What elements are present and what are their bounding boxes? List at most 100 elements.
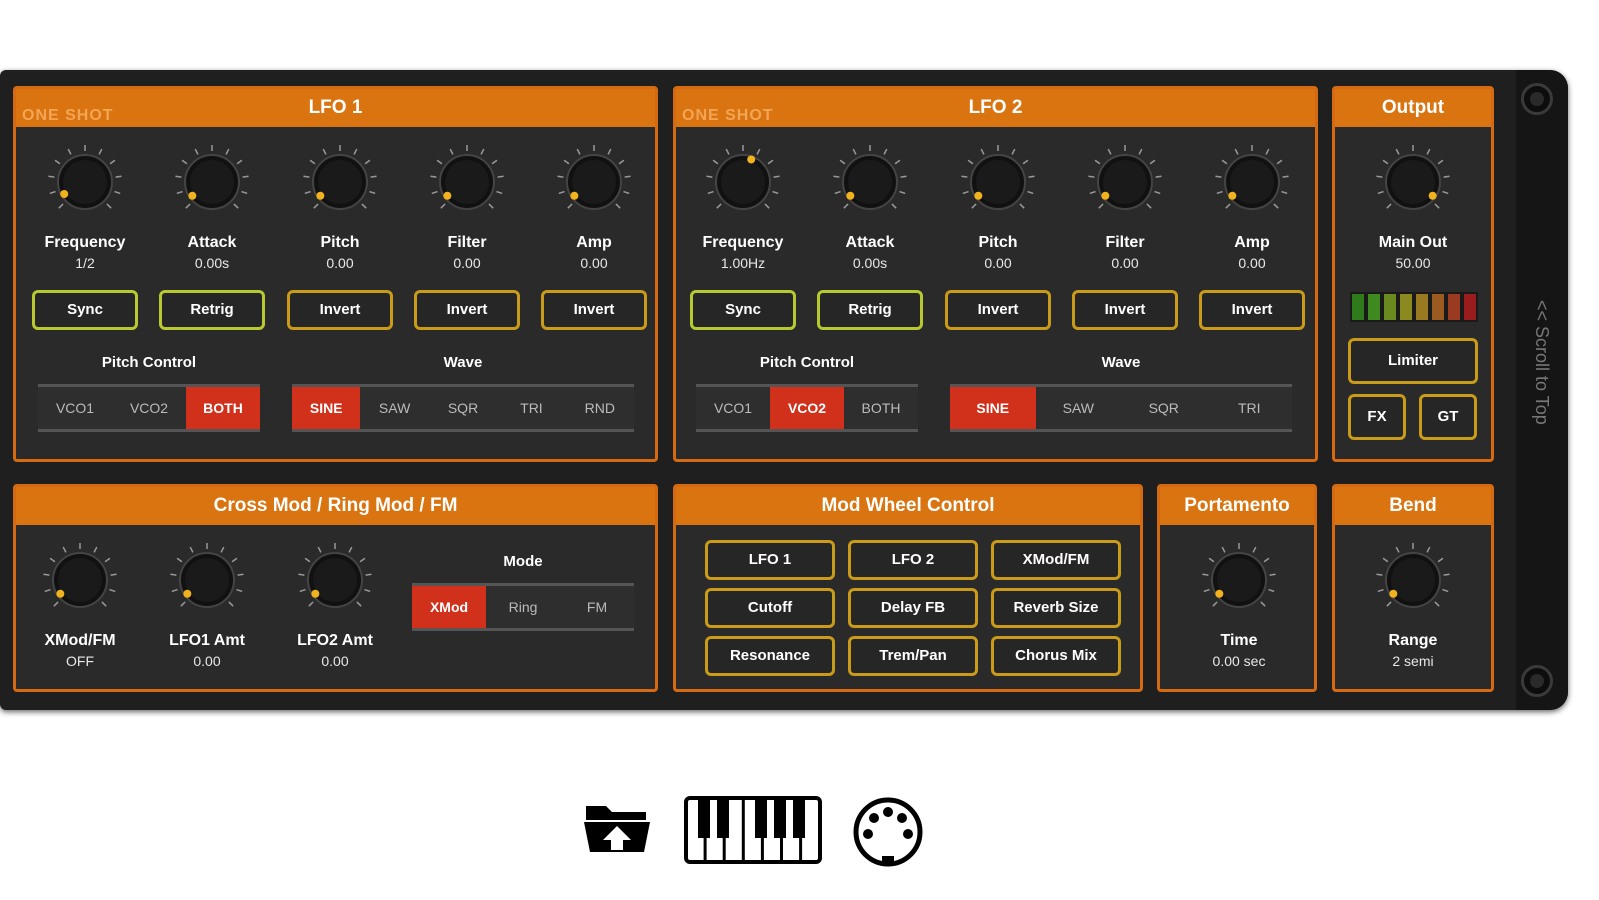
- modwheel-xmod-fm-button[interactable]: XMod/FM: [991, 540, 1121, 580]
- lfo2-frequency-knob[interactable]: [703, 142, 783, 222]
- crossmod-mode-title: Mode: [503, 553, 543, 570]
- lfo2-wave-title: Wave: [1101, 354, 1141, 371]
- lfo2-logo: ONE SHOT: [682, 107, 774, 124]
- modwheel-chorus-mix-button[interactable]: Chorus Mix: [991, 636, 1121, 676]
- lfo1-pitch-value: 0.00: [326, 255, 354, 271]
- modwheel-title: Mod Wheel Control: [821, 495, 995, 516]
- lfo2-retrig-button-2[interactable]: Retrig: [817, 290, 923, 330]
- portamento-header: Portamento: [1160, 487, 1314, 525]
- lfo2-amp-knob[interactable]: [1212, 142, 1292, 222]
- bend-title: Bend: [1389, 495, 1437, 516]
- fx-button[interactable]: FX: [1348, 394, 1406, 440]
- lfo1-sync-button-1[interactable]: Sync: [32, 290, 138, 330]
- lfo2-attack-knob[interactable]: [830, 142, 910, 222]
- bend-range-knob[interactable]: [1373, 540, 1453, 620]
- lfo2-pitch-control-option-both[interactable]: BOTH: [844, 387, 918, 429]
- main-out-label: Main Out: [1378, 234, 1448, 251]
- lfo1-pitch-control-option-vco1[interactable]: VCO1: [38, 387, 112, 429]
- lfo2-wave-option-sqr[interactable]: SQR: [1121, 387, 1207, 429]
- black-key: [774, 800, 786, 838]
- lfo1-wave-option-sine[interactable]: SINE: [292, 387, 361, 429]
- lfo1-filter-label: Filter: [447, 234, 487, 251]
- portamento-title: Portamento: [1184, 495, 1290, 516]
- limiter-button[interactable]: Limiter: [1348, 338, 1478, 384]
- lfo2-pitch-knob[interactable]: [958, 142, 1038, 222]
- modwheel-trem-pan-button[interactable]: Trem/Pan: [848, 636, 978, 676]
- lfo2-pitch-control-option-vco2[interactable]: VCO2: [770, 387, 844, 429]
- crossmod-lfo2-amt-label: LFO2 Amt: [297, 632, 373, 649]
- meter-segment: [1400, 294, 1412, 320]
- crossmod-lfo1-amt-label: LFO1 Amt: [169, 632, 245, 649]
- lfo2-sync-button-1[interactable]: Sync: [690, 290, 796, 330]
- lfo1-invert-button-3[interactable]: Invert: [287, 290, 393, 330]
- lfo1-pitch-control-option-both[interactable]: BOTH: [186, 387, 260, 429]
- lfo2-pitch-value: 0.00: [984, 255, 1012, 271]
- bend-range-label: Range: [1388, 632, 1438, 649]
- lfo1-attack-label: Attack: [187, 234, 237, 251]
- modwheel-header: Mod Wheel Control: [676, 487, 1140, 525]
- lfo1-attack-knob[interactable]: [172, 142, 252, 222]
- crossmod-mode-option-fm[interactable]: FM: [560, 586, 634, 628]
- lfo1-wave-option-tri[interactable]: TRI: [497, 387, 565, 429]
- midi-port-icon[interactable]: [852, 796, 924, 868]
- lfo1-invert-button-5[interactable]: Invert: [541, 290, 647, 330]
- lfo1-wave-selector: SINE SAW SQR TRI RND: [292, 384, 634, 432]
- output-title: Output: [1381, 97, 1445, 118]
- lfo1-wave-option-sqr[interactable]: SQR: [429, 387, 497, 429]
- modwheel-resonance-button[interactable]: Resonance: [705, 636, 835, 676]
- rack-screw-bottom: [1521, 665, 1553, 697]
- lfo1-amp-value: 0.00: [580, 255, 608, 271]
- crossmod-mode-option-ring[interactable]: Ring: [486, 586, 560, 628]
- lfo2-pitch-label: Pitch: [978, 234, 1018, 251]
- modwheel-lfo-1-button[interactable]: LFO 1: [705, 540, 835, 580]
- crossmod-lfo2-amt-knob[interactable]: [295, 540, 375, 620]
- portamento-time-knob[interactable]: [1199, 540, 1279, 620]
- lfo1-filter-knob[interactable]: [427, 142, 507, 222]
- lfo2-amp-label: Amp: [1234, 234, 1270, 251]
- lfo2-pitch-control-title: Pitch Control: [759, 354, 855, 371]
- lfo1-wave-option-rnd[interactable]: RND: [566, 387, 634, 429]
- crossmod-xmod-fm-knob[interactable]: [40, 540, 120, 620]
- rack-screw-top: [1521, 83, 1553, 115]
- lfo1-pitch-control-selector: VCO1 VCO2 BOTH: [38, 384, 260, 432]
- bend-range-value: 2 semi: [1392, 653, 1434, 669]
- lfo2-wave-option-saw[interactable]: SAW: [1036, 387, 1122, 429]
- modwheel-cutoff-button[interactable]: Cutoff: [705, 588, 835, 628]
- bend-header: Bend: [1335, 487, 1491, 525]
- meter-segment: [1416, 294, 1428, 320]
- crossmod-lfo1-amt-knob[interactable]: [167, 540, 247, 620]
- lfo1-wave-option-saw[interactable]: SAW: [360, 387, 428, 429]
- piano-keyboard-icon[interactable]: [684, 796, 822, 864]
- lfo2-header: ONE SHOT LFO 2: [676, 89, 1315, 127]
- lfo1-attack-value: 0.00s: [194, 255, 230, 271]
- lfo1-retrig-button-2[interactable]: Retrig: [159, 290, 265, 330]
- meter-segment: [1384, 294, 1396, 320]
- gt-button[interactable]: GT: [1419, 394, 1477, 440]
- lfo2-invert-button-3[interactable]: Invert: [945, 290, 1051, 330]
- lfo1-pitch-knob[interactable]: [300, 142, 380, 222]
- lfo2-wave-option-tri[interactable]: TRI: [1207, 387, 1293, 429]
- lfo2-filter-knob[interactable]: [1085, 142, 1165, 222]
- crossmod-mode-option-xmod[interactable]: XMod: [412, 586, 486, 628]
- scroll-to-top-link[interactable]: << Scroll to Top: [1531, 300, 1552, 425]
- lfo2-wave-option-sine[interactable]: SINE: [950, 387, 1036, 429]
- modwheel-lfo-2-button[interactable]: LFO 2: [848, 540, 978, 580]
- lfo1-pitch-control-option-vco2[interactable]: VCO2: [112, 387, 186, 429]
- lfo2-invert-button-5[interactable]: Invert: [1199, 290, 1305, 330]
- lfo1-invert-button-4[interactable]: Invert: [414, 290, 520, 330]
- lfo1-amp-knob[interactable]: [554, 142, 634, 222]
- lfo1-frequency-knob[interactable]: [45, 142, 125, 222]
- output-level-meter: [1350, 292, 1478, 322]
- lfo2-frequency-value: 1.00Hz: [720, 255, 766, 271]
- lfo2-filter-value: 0.00: [1111, 255, 1139, 271]
- lfo2-invert-button-4[interactable]: Invert: [1072, 290, 1178, 330]
- modwheel-reverb-size-button[interactable]: Reverb Size: [991, 588, 1121, 628]
- lfo2-pitch-control-option-vco1[interactable]: VCO1: [696, 387, 770, 429]
- meter-segment: [1464, 294, 1476, 320]
- main-out-knob[interactable]: [1373, 142, 1453, 222]
- lfo2-amp-value: 0.00: [1238, 255, 1266, 271]
- crossmod-xmod-fm-label: XMod/FM: [44, 632, 116, 649]
- folder-icon[interactable]: [582, 796, 652, 860]
- black-key: [698, 800, 710, 838]
- modwheel-delay-fb-button[interactable]: Delay FB: [848, 588, 978, 628]
